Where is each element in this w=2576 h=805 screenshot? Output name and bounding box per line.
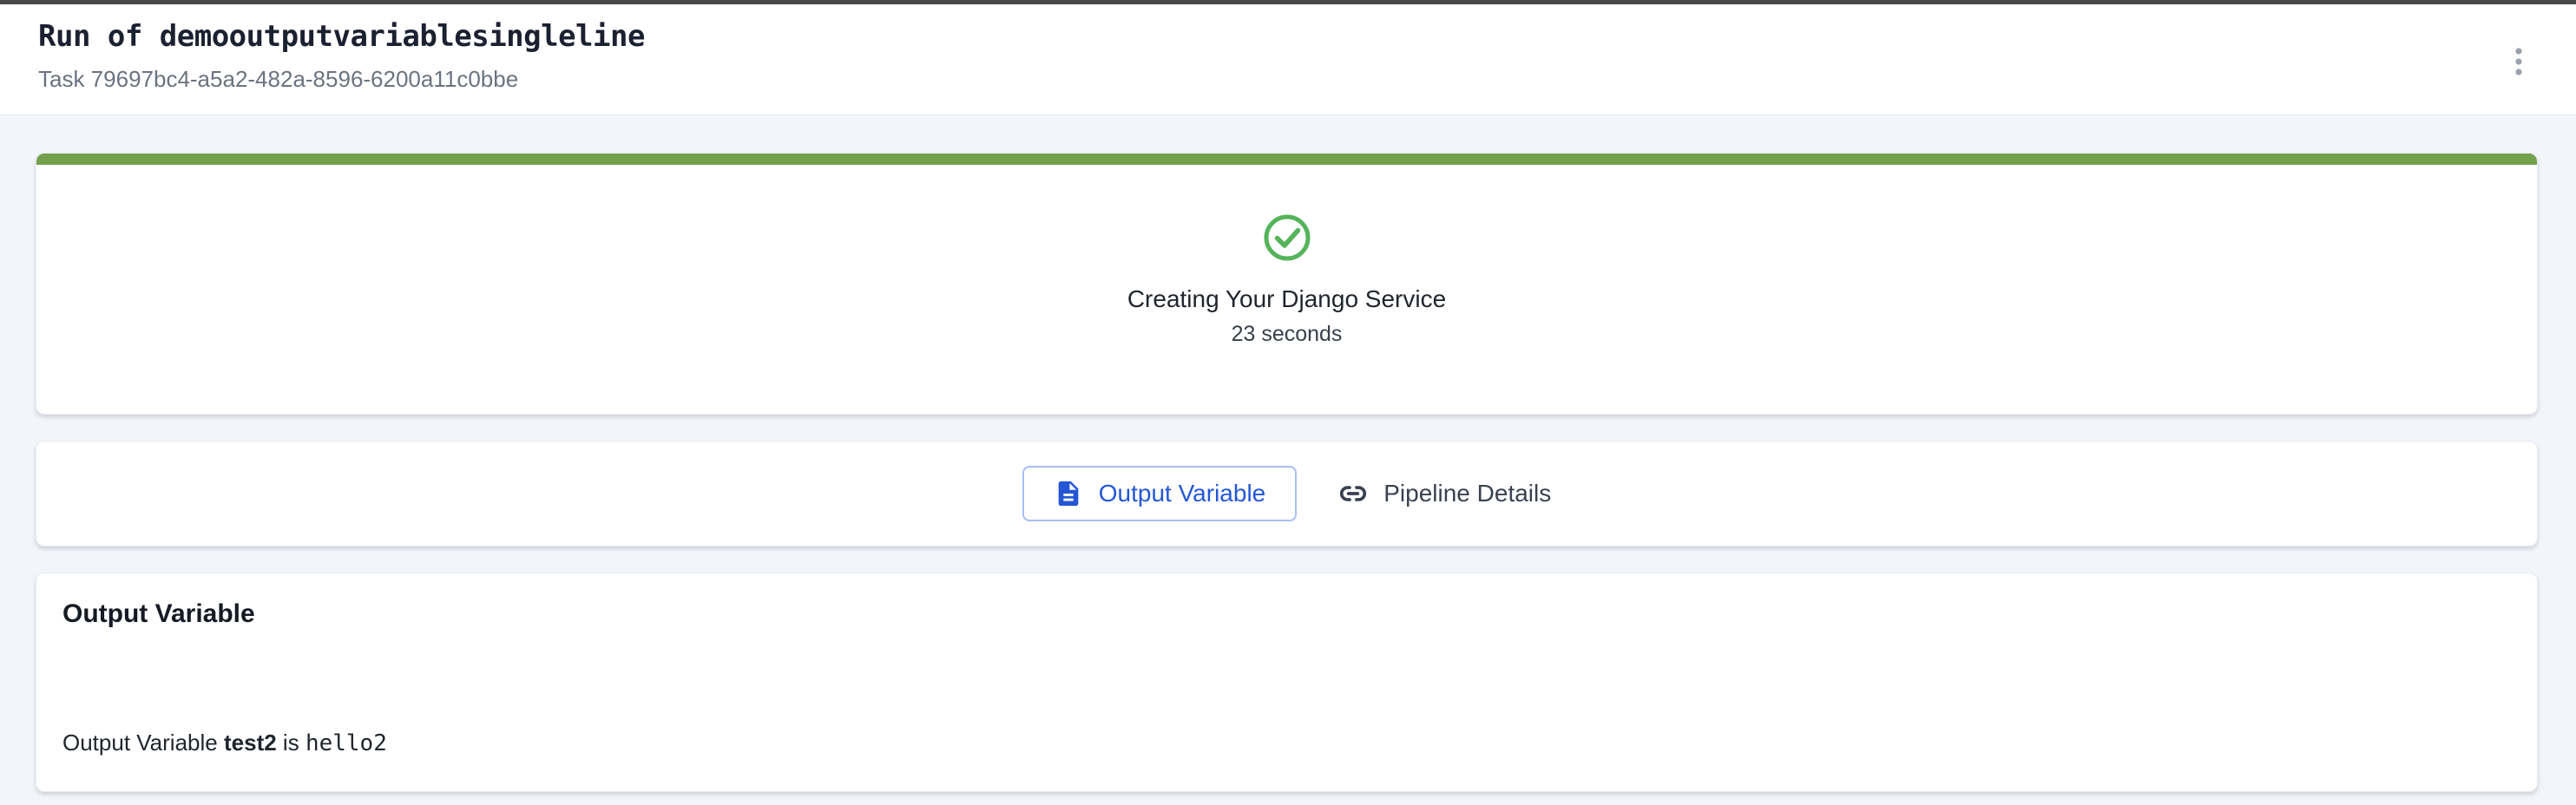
output-variable-line: Output Variable test2 is hello2 <box>62 730 2511 756</box>
output-line-prefix: Output Variable <box>62 730 218 756</box>
run-content: Creating Your Django Service 23 seconds … <box>0 115 2576 805</box>
kebab-menu-icon <box>2513 45 2525 82</box>
tab-pipeline-details-label: Pipeline Details <box>1383 480 1551 507</box>
status-title: Creating Your Django Service <box>1127 285 1446 313</box>
status-duration: 23 seconds <box>1232 322 1343 347</box>
output-variable-value: hello2 <box>306 730 387 756</box>
more-options-button[interactable] <box>2498 41 2540 86</box>
check-circle-icon <box>1262 213 1312 263</box>
page-title: Run of demooutputvariablesingleline <box>38 18 2538 55</box>
tab-pipeline-details[interactable]: Pipeline Details <box>1337 477 1551 510</box>
tab-output-variable[interactable]: Output Variable <box>1022 466 1298 521</box>
output-variable-card: Output Variable Output Variable test2 is… <box>36 573 2538 792</box>
output-variable-heading: Output Variable <box>62 599 2511 629</box>
task-id-subtitle: Task 79697bc4-a5a2-482a-8596-6200a11c0bb… <box>38 66 2538 92</box>
output-line-middle: is <box>283 730 299 756</box>
link-icon <box>1337 477 1370 510</box>
document-icon <box>1054 479 1083 508</box>
tab-row-card: Output Variable Pipeline Details <box>36 441 2538 546</box>
status-card: Creating Your Django Service 23 seconds <box>36 153 2538 415</box>
output-variable-name: test2 <box>224 730 277 756</box>
run-header: Run of demooutputvariablesingleline Task… <box>0 4 2576 115</box>
tab-output-variable-label: Output Variable <box>1099 480 1266 507</box>
status-accent-bar <box>36 154 2537 165</box>
